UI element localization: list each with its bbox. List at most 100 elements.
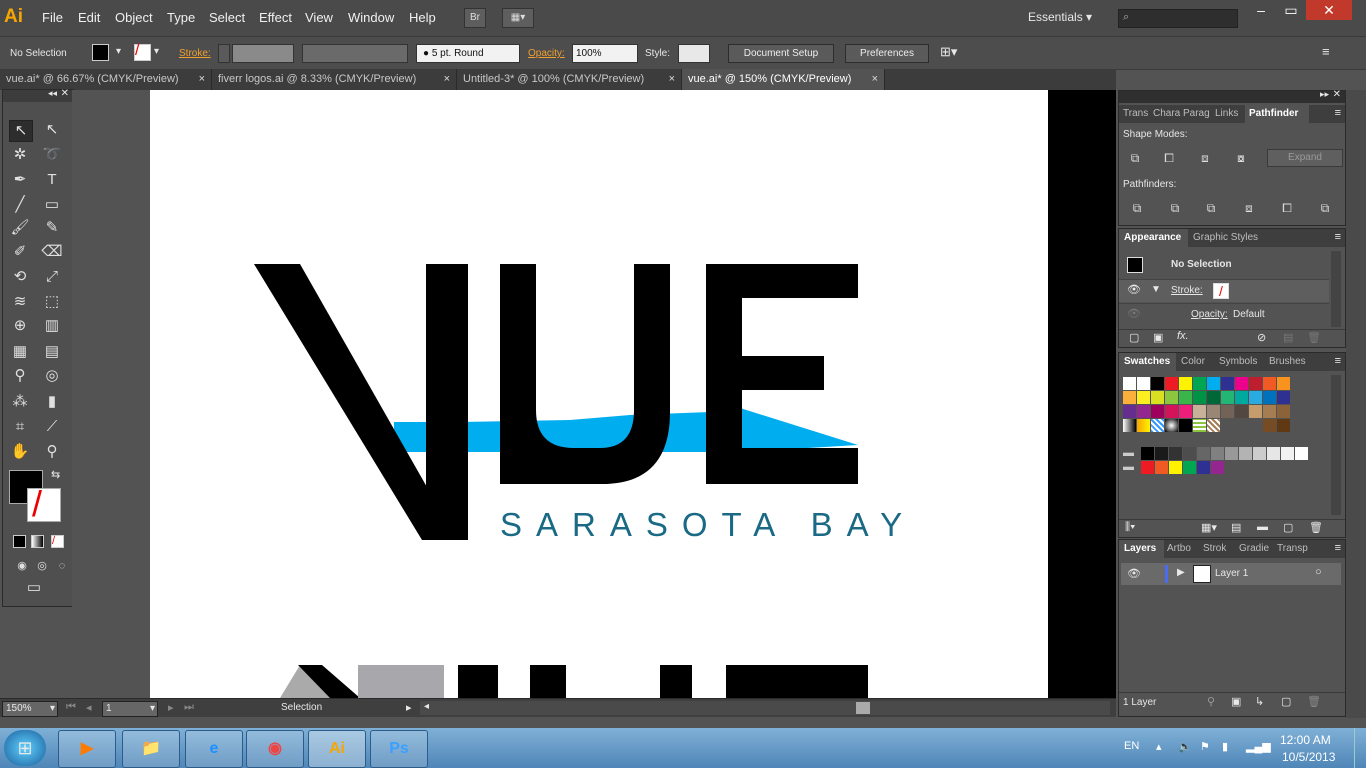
color-swatch[interactable]: [1253, 447, 1266, 460]
color-mode-icon[interactable]: [13, 535, 26, 548]
menu-object[interactable]: Object: [115, 10, 153, 25]
lasso-tool-icon[interactable]: ➰: [41, 145, 63, 165]
color-swatch[interactable]: [1281, 447, 1294, 460]
color-swatch[interactable]: [1137, 377, 1150, 390]
color-swatch[interactable]: [1235, 405, 1248, 418]
horizontal-scrollbar[interactable]: ◂: [420, 701, 1110, 715]
preferences-button[interactable]: Preferences: [845, 44, 929, 63]
magic-wand-tool-icon[interactable]: ✲: [9, 145, 31, 165]
show-desktop-button[interactable]: [1354, 728, 1366, 768]
unite-icon[interactable]: ⧉: [1127, 151, 1143, 165]
color-swatch[interactable]: [1207, 377, 1220, 390]
minimize-button[interactable]: –: [1244, 0, 1278, 20]
clock-time[interactable]: 12:00 AM: [1280, 733, 1331, 747]
power-icon[interactable]: ▮: [1222, 740, 1228, 753]
artboard-number-select[interactable]: 1 ▾: [102, 701, 158, 717]
blob-brush-tool-icon[interactable]: ✐: [9, 242, 31, 262]
tab-links[interactable]: Links: [1215, 105, 1243, 123]
color-swatch[interactable]: [1179, 405, 1192, 418]
swap-colors-icon[interactable]: ⇆: [51, 468, 60, 481]
disclosure-triangle-icon[interactable]: ▶: [1177, 567, 1185, 578]
network-icon[interactable]: ▂▄▆: [1246, 740, 1271, 753]
taskbar-media-player[interactable]: ▶: [58, 730, 116, 768]
tab-swatches[interactable]: Swatches: [1119, 353, 1176, 371]
menu-view[interactable]: View: [305, 10, 333, 25]
color-swatch[interactable]: [1137, 405, 1150, 418]
graphic-style-picker[interactable]: [678, 44, 710, 63]
perspective-grid-tool-icon[interactable]: ▥: [41, 316, 63, 336]
free-transform-tool-icon[interactable]: ⬚: [41, 292, 63, 312]
visibility-eye-icon[interactable]: 👁: [1127, 307, 1141, 320]
menu-edit[interactable]: Edit: [78, 10, 100, 25]
color-swatch[interactable]: [1239, 447, 1252, 460]
merge-icon[interactable]: ⧉: [1203, 201, 1219, 215]
color-group-folder-icon[interactable]: ▬: [1123, 447, 1136, 460]
color-swatch[interactable]: [1165, 405, 1178, 418]
color-swatch[interactable]: [1155, 461, 1168, 474]
tab-stroke[interactable]: Strok: [1203, 540, 1235, 558]
locate-object-icon[interactable]: ⚲: [1207, 695, 1215, 708]
panel-menu-icon[interactable]: ≡: [1322, 44, 1330, 59]
taskbar-illustrator[interactable]: Ai: [308, 730, 366, 768]
show-swatch-kinds-icon[interactable]: ▦▾: [1201, 521, 1217, 534]
close-icon[interactable]: ×: [444, 69, 450, 90]
menu-effect[interactable]: Effect: [259, 10, 292, 25]
color-swatch[interactable]: [1249, 391, 1262, 404]
trash-icon[interactable]: 🗑: [1307, 331, 1321, 344]
none-mode-icon[interactable]: /: [51, 535, 64, 548]
crop-icon[interactable]: ⧈: [1241, 201, 1257, 215]
next-artboard-icon[interactable]: ▸: [168, 701, 174, 714]
blend-tool-icon[interactable]: ◎: [41, 366, 63, 386]
opacity-label[interactable]: Opacity:: [528, 48, 565, 59]
color-swatch[interactable]: [1263, 377, 1276, 390]
add-fill-icon[interactable]: ▣: [1153, 331, 1163, 344]
tab-color[interactable]: Color: [1181, 353, 1215, 371]
taskbar-chrome[interactable]: ◉: [246, 730, 304, 768]
color-swatch[interactable]: [1263, 419, 1276, 432]
stroke-color-swatch[interactable]: /: [27, 488, 61, 522]
start-button[interactable]: ⊞: [4, 730, 46, 766]
draw-inside-icon[interactable]: ◌: [51, 556, 73, 576]
panel-menu-icon[interactable]: ≡: [1335, 107, 1341, 119]
chevron-down-icon[interactable]: ▾: [154, 46, 159, 57]
color-swatch[interactable]: [1169, 447, 1182, 460]
type-tool-icon[interactable]: T: [41, 170, 63, 190]
opacity-attribute-label[interactable]: Opacity:: [1191, 309, 1228, 320]
pattern-swatch[interactable]: [1193, 419, 1206, 432]
maximize-button[interactable]: ▭: [1274, 0, 1308, 20]
color-swatch[interactable]: [1169, 461, 1182, 474]
pattern-swatch[interactable]: [1179, 419, 1192, 432]
direct-selection-tool-icon[interactable]: ↖: [41, 120, 63, 140]
eyedropper-tool-icon[interactable]: ⚲: [9, 366, 31, 386]
fx-icon[interactable]: fx.: [1177, 330, 1189, 342]
color-swatch[interactable]: [1123, 405, 1136, 418]
color-swatch[interactable]: [1151, 405, 1164, 418]
color-swatch[interactable]: [1235, 391, 1248, 404]
menu-file[interactable]: File: [42, 10, 63, 25]
artboard-tool-icon[interactable]: ⌗: [9, 417, 31, 437]
rotate-tool-icon[interactable]: ⟲: [9, 267, 31, 287]
color-swatch[interactable]: [1221, 377, 1234, 390]
volume-icon[interactable]: 🔈: [1178, 740, 1192, 753]
color-swatch[interactable]: [1183, 447, 1196, 460]
pattern-swatch[interactable]: [1165, 419, 1178, 432]
intersect-icon[interactable]: ⧈: [1197, 151, 1213, 165]
stroke-label[interactable]: Stroke:: [179, 48, 211, 59]
warp-tool-icon[interactable]: ≋: [9, 292, 31, 312]
color-swatch[interactable]: [1221, 405, 1234, 418]
tab-graphic-styles[interactable]: Graphic Styles: [1193, 229, 1273, 247]
trash-icon[interactable]: 🗑: [1309, 521, 1323, 534]
trim-icon[interactable]: ⧉: [1167, 201, 1183, 215]
vue-logo-artwork[interactable]: [150, 90, 1048, 698]
exclude-icon[interactable]: ⧇: [1233, 151, 1249, 165]
tab-artboards[interactable]: Artbo: [1167, 540, 1199, 558]
rectangle-tool-icon[interactable]: ▭: [41, 195, 63, 215]
minus-front-icon[interactable]: ⧠: [1161, 151, 1177, 165]
color-swatch[interactable]: [1225, 447, 1238, 460]
taskbar-explorer[interactable]: 📁: [122, 730, 180, 768]
layer-row[interactable]: 👁 ▶ Layer 1 ○: [1121, 563, 1341, 585]
gradient-tool-icon[interactable]: ▤: [41, 342, 63, 362]
language-indicator[interactable]: EN: [1124, 740, 1139, 752]
color-swatch[interactable]: [1221, 391, 1234, 404]
color-swatch[interactable]: [1267, 447, 1280, 460]
